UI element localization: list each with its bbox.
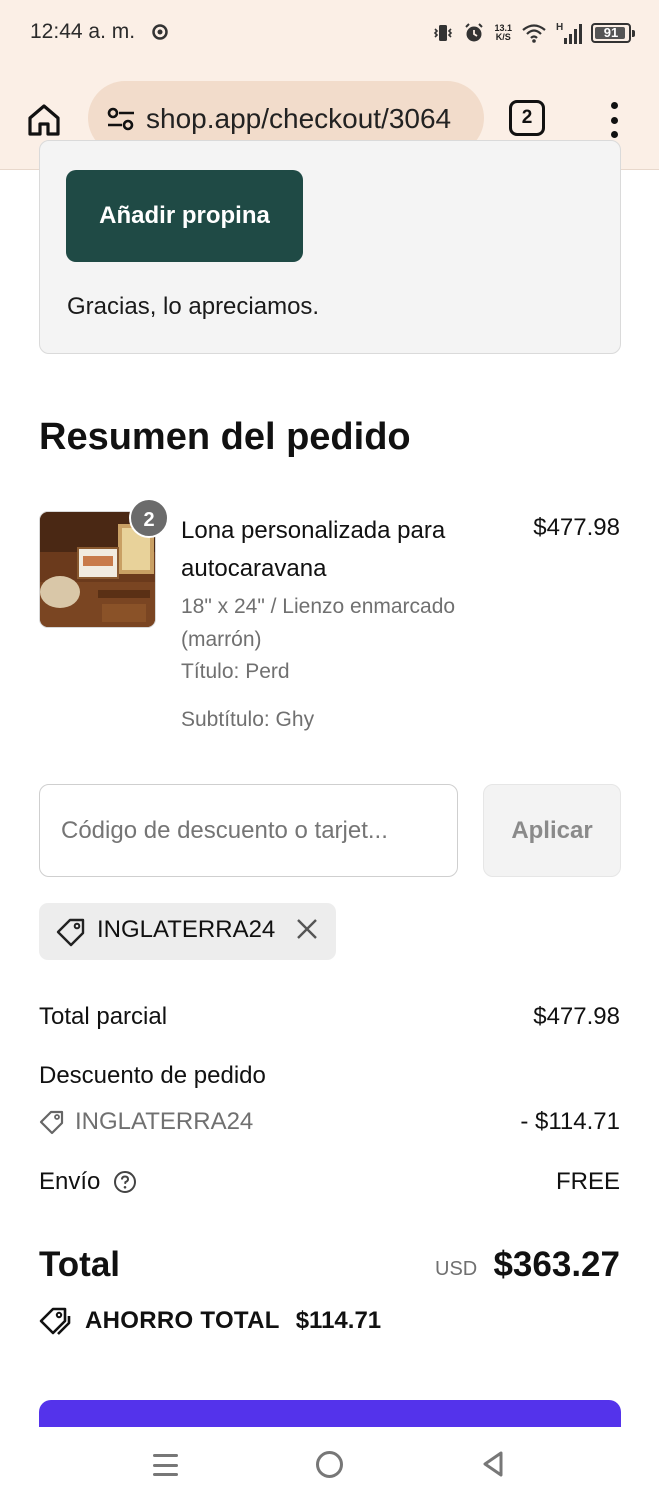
menu-line (153, 1454, 178, 1457)
tip-thanks-text: Gracias, lo apreciamos. (67, 293, 320, 320)
order-discount-code-text: INGLATERRA24 (75, 1108, 254, 1135)
menu-dot (610, 116, 618, 124)
home-button[interactable] (22, 98, 66, 142)
tag-icon (39, 1110, 64, 1135)
product-variant: 18" x 24" / Lienzo enmarcado (marrón) (181, 595, 456, 651)
applied-discount-chip: INGLATERRA24 (39, 903, 336, 960)
shipping-label: Envío (39, 1168, 101, 1195)
menu-dot (610, 102, 618, 109)
vpn-shield-icon (152, 24, 168, 40)
menu-line (153, 1473, 178, 1476)
net-speed: 13.1 K/S (494, 24, 512, 42)
order-discount-value: - $114.71 (520, 1108, 620, 1135)
savings-tag-icon (39, 1307, 71, 1335)
total-savings: AHORRO TOTAL $114.71 (39, 1306, 381, 1336)
wifi-icon (522, 24, 546, 43)
system-home-button[interactable] (316, 1451, 343, 1478)
status-time: 12:44 a. m. (30, 20, 136, 43)
apply-discount-button[interactable]: Aplicar (483, 784, 621, 877)
menu-dot (610, 131, 618, 138)
system-navigation-bar (0, 1427, 659, 1500)
url-text: shop.app/checkout/3064 (146, 103, 452, 134)
tab-switcher-button[interactable]: 2 (509, 100, 545, 136)
site-settings-icon[interactable] (106, 107, 136, 131)
home-icon (28, 104, 60, 136)
remove-discount-close-icon[interactable] (294, 916, 320, 942)
status-bar: 12:44 a. m. 13.1 K/S H 91 (0, 0, 659, 70)
status-icons: 13.1 K/S H 91 (432, 18, 635, 48)
quantity-badge: 2 (129, 498, 169, 538)
net-speed-unit: K/S (495, 32, 511, 42)
product-title-option: Título: Perd (181, 660, 290, 683)
applied-discount-code: INGLATERRA24 (97, 916, 276, 943)
shipping-value: FREE (555, 1168, 620, 1195)
add-tip-button[interactable]: Añadir propina (66, 170, 303, 262)
total-savings-value: $114.71 (295, 1307, 382, 1334)
signal-icon: H (556, 22, 582, 44)
order-discount-label: Descuento de pedido (39, 1062, 266, 1089)
order-discount-code: INGLATERRA24 (39, 1108, 253, 1136)
total-currency: USD (435, 1258, 478, 1280)
discount-code-input[interactable] (39, 784, 458, 877)
subtotal-label: Total parcial (39, 1003, 168, 1030)
product-name: Lona personalizada para autocaravana (181, 517, 446, 582)
battery-level: 91 (603, 25, 619, 40)
tag-icon (56, 918, 85, 947)
product-price: $477.98 (533, 514, 620, 541)
total-value: $363.27 (493, 1245, 620, 1284)
browser-menu-button[interactable] (604, 100, 624, 140)
alarm-icon (465, 23, 484, 42)
recent-apps-button[interactable] (153, 1454, 178, 1476)
total-savings-label: AHORRO TOTAL (85, 1307, 280, 1334)
menu-line (153, 1463, 178, 1467)
battery-icon: 91 (591, 23, 635, 43)
help-icon[interactable] (113, 1170, 137, 1194)
total-label: Total (39, 1245, 121, 1284)
order-summary-title: Resumen del pedido (39, 416, 411, 458)
back-arrow-icon[interactable] (481, 1450, 505, 1478)
product-subtitle-option: Subtítulo: Ghy (181, 708, 315, 731)
vibrate-icon (434, 25, 453, 41)
subtotal-value: $477.98 (533, 1003, 620, 1030)
signal-label: H (556, 22, 563, 33)
